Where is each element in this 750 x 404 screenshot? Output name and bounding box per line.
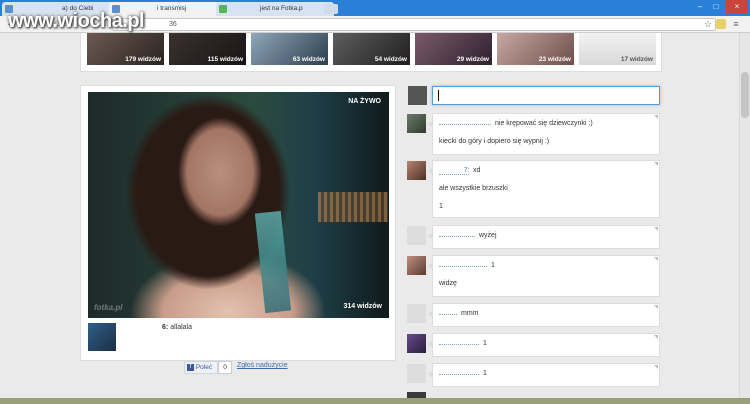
avatar[interactable] (88, 323, 116, 351)
star-icon[interactable]: ☆ (703, 19, 713, 29)
comment-user[interactable] (439, 374, 479, 375)
comment-line: nie krępować się dziewczynki :) (495, 120, 593, 127)
facebook-like-count: 0 (218, 361, 232, 374)
menu-icon[interactable]: ≡ (731, 19, 741, 29)
comment-user[interactable] (439, 344, 479, 345)
comment-line: 1 (439, 203, 443, 210)
text-caret (438, 90, 439, 101)
stream-thumbnail[interactable]: 179 widzów (87, 33, 164, 65)
caption-text: 6: allalala (122, 324, 192, 331)
caption-user[interactable]: 6: (162, 324, 168, 331)
facebook-like-button[interactable]: f Poleć (184, 361, 218, 374)
thumbnail-viewer-count: 179 widzów (125, 56, 161, 63)
comment-line: widzę (439, 280, 457, 287)
tab-label: jest na Fotka.p (260, 5, 303, 12)
streamer-caption: 6: allalala (88, 323, 388, 353)
comment-user[interactable] (439, 266, 487, 267)
comment-item: 7: xd ale wszystkie brzuszki 1 (428, 160, 660, 218)
comment-line: xd (473, 167, 481, 174)
stream-thumbnail[interactable]: 23 widzów (497, 33, 574, 65)
thumbnail-viewer-count: 115 widzów (207, 56, 243, 63)
comment-line: 1 (483, 340, 487, 347)
thumbnail-viewer-count: 17 widzów (620, 56, 653, 63)
comment-item: nie krępować się dziewczynki :) kiecki d… (428, 113, 660, 155)
facebook-icon: f (187, 363, 194, 371)
comment-item: 1 (428, 363, 660, 387)
comment-user[interactable]: 7: (439, 167, 469, 175)
caption-message: allalala (170, 324, 192, 331)
browser-tab-3[interactable]: jest na Fotka.p × (216, 2, 334, 16)
avatar[interactable] (407, 364, 426, 383)
video-card: NA ŻYWO 314 widzów fotka.pl 6: allalala (80, 85, 396, 361)
comment-line: 1 (491, 262, 495, 269)
report-abuse-link[interactable]: Zgłoś nadużycie (237, 362, 288, 369)
stream-thumbnail[interactable]: 54 widzów (333, 33, 410, 65)
avatar[interactable] (407, 256, 426, 275)
tab-label: i transmisj (157, 5, 187, 12)
stream-thumbnail[interactable]: 63 widzów (251, 33, 328, 65)
avatar (408, 86, 427, 105)
comment-line: kiecki do góry i dopiero się wypnij :) (439, 138, 550, 145)
stream-thumbnail[interactable]: 115 widzów (169, 33, 246, 65)
extension-icon[interactable] (716, 19, 726, 29)
taskbar-strip (0, 398, 750, 404)
comment-user[interactable] (439, 124, 491, 125)
fotka-watermark: fotka.pl (94, 303, 123, 312)
new-tab-button[interactable] (324, 4, 338, 14)
avatar[interactable] (407, 226, 426, 245)
avatar[interactable] (407, 161, 426, 180)
comment-user[interactable] (439, 236, 475, 237)
comment-item: mmm (428, 303, 660, 327)
avatar[interactable] (407, 114, 426, 133)
comment-line: wyżej (479, 232, 497, 239)
fb-label: Poleć (195, 364, 213, 371)
address-bar[interactable]: 36 (112, 18, 716, 31)
comment-item: 1 (428, 333, 660, 357)
comment-item: 1 widzę (428, 255, 660, 297)
stream-thumbnail-strip: 179 widzów 115 widzów 63 widzów 54 widzó… (80, 33, 662, 72)
avatar[interactable] (407, 304, 426, 323)
thumbnail-viewer-count: 23 widzów (538, 56, 571, 63)
wiocha-logo-watermark: www.wiocha.pl (8, 10, 145, 32)
avatar[interactable] (407, 334, 426, 353)
maximize-button[interactable]: □ (709, 0, 723, 14)
stream-thumbnail[interactable]: 29 widzów (415, 33, 492, 65)
scrollbar-thumb[interactable] (741, 72, 749, 118)
thumbnail-viewer-count: 54 widzów (374, 56, 407, 63)
comment-input[interactable] (432, 86, 660, 105)
comment-line: mmm (461, 310, 479, 317)
comment-user[interactable] (439, 314, 457, 315)
window-close-button[interactable]: × (726, 0, 748, 14)
minimize-button[interactable]: – (693, 0, 707, 14)
viewer-count: 314 widzów (343, 303, 382, 310)
comment-item: wyżej (428, 225, 660, 249)
page-scrollbar[interactable] (739, 33, 750, 404)
thumbnail-viewer-count: 63 widzów (292, 56, 325, 63)
stream-thumbnail[interactable]: 17 widzów (579, 33, 656, 65)
thumbnail-viewer-count: 29 widzów (456, 56, 489, 63)
favicon-icon (219, 5, 227, 13)
live-badge: NA ŻYWO (348, 98, 381, 105)
live-video-player[interactable]: NA ŻYWO 314 widzów fotka.pl (88, 92, 389, 318)
address-text: 36 (169, 21, 177, 28)
comment-line: ale wszystkie brzuszki (439, 185, 508, 192)
comment-line: 1 (483, 370, 487, 377)
